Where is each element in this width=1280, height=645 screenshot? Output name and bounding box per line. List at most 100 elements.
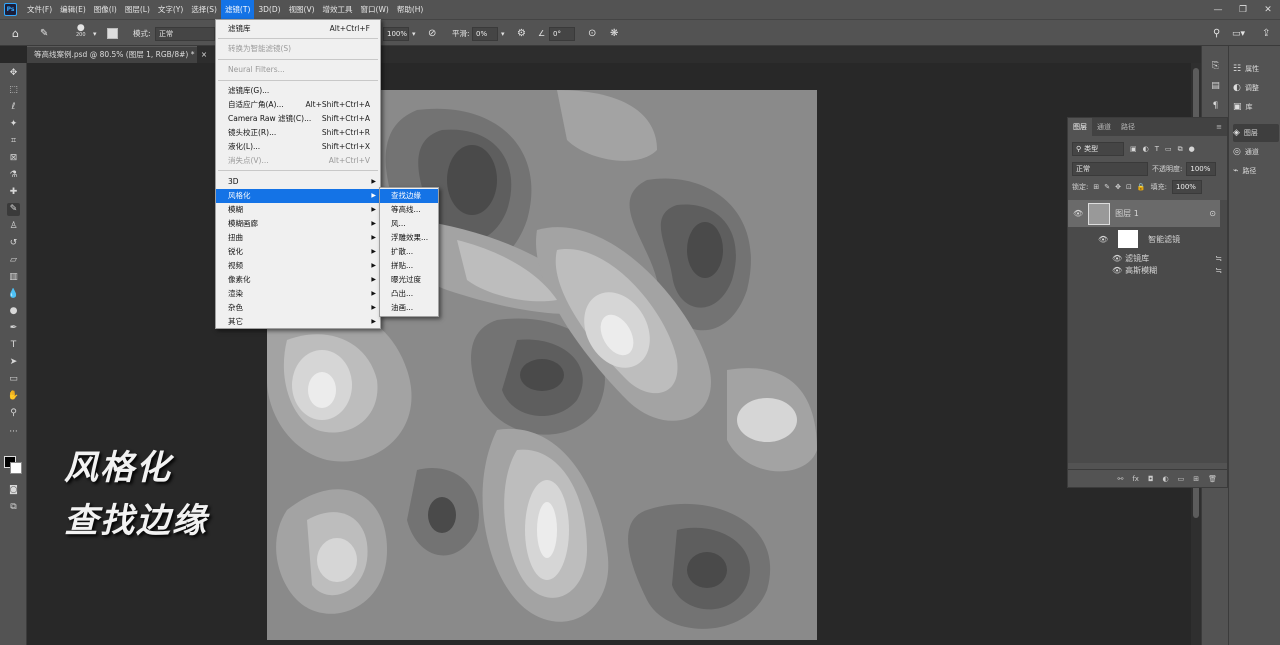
glyphs-icon[interactable]: ¶ bbox=[1209, 100, 1222, 113]
menu-item[interactable]: 选择(S) bbox=[187, 0, 221, 19]
filter-menu-item[interactable]: 镜头校正(R)... Shift+Ctrl+R bbox=[216, 126, 380, 140]
filter-menu-item[interactable]: 转换为智能滤镜(S) bbox=[216, 42, 380, 56]
background-color-swatch[interactable] bbox=[10, 462, 22, 474]
filter-menu-item[interactable]: 模糊 ▶ bbox=[216, 203, 380, 217]
smoothing-dropdown-icon[interactable]: ▾ bbox=[501, 25, 505, 42]
brush-preset-picker[interactable]: ● 200 bbox=[76, 24, 86, 42]
workspace-icon[interactable]: ▭▾ bbox=[1232, 25, 1245, 42]
layer-opacity-field[interactable]: 100% bbox=[1186, 162, 1217, 176]
layer-fill-field[interactable]: 100% bbox=[1171, 180, 1202, 194]
panel-button[interactable]: ◐ 调整 bbox=[1233, 79, 1259, 97]
gradient-tool-icon[interactable]: ▥ bbox=[7, 271, 20, 284]
filter-pixel-icon[interactable]: ▣ bbox=[1130, 145, 1137, 153]
smart-filter-mask-thumbnail[interactable] bbox=[1118, 230, 1139, 248]
blend-mode-select[interactable]: 正常 bbox=[1072, 162, 1148, 176]
layer-row[interactable]: 👁 图层 1 ⊙ bbox=[1068, 200, 1220, 227]
brush-dropdown-icon[interactable]: ▾ bbox=[93, 25, 97, 42]
tab-paths[interactable]: 路径 bbox=[1116, 118, 1140, 136]
stylize-submenu-item[interactable]: 浮雕效果... bbox=[380, 231, 438, 245]
menu-item[interactable]: 窗口(W) bbox=[357, 0, 393, 19]
share-icon[interactable]: ⇪ bbox=[1262, 25, 1270, 42]
blur-tool-icon[interactable]: 💧 bbox=[7, 288, 20, 301]
menu-item[interactable]: 图层(L) bbox=[121, 0, 154, 19]
document-tab[interactable]: 等高线案例.psd @ 80.5% (图层 1, RGB/8#) * × bbox=[27, 46, 207, 63]
filter-adjustment-icon[interactable]: ◐ bbox=[1143, 145, 1149, 153]
stylize-submenu-item[interactable]: 油画... bbox=[380, 301, 438, 315]
move-tool-icon[interactable]: ✥ bbox=[7, 67, 20, 80]
panel-button[interactable]: ▣ 库 bbox=[1233, 98, 1253, 116]
layer-style-icon[interactable]: fx bbox=[1132, 475, 1139, 483]
new-layer-icon[interactable]: ⊞ bbox=[1193, 475, 1199, 483]
search-icon[interactable]: ⚲ bbox=[1213, 25, 1220, 42]
dodge-tool-icon[interactable]: ● bbox=[7, 305, 20, 318]
marquee-tool-icon[interactable]: ⬚ bbox=[7, 84, 20, 97]
filter-menu-item[interactable]: 自适应广角(A)... Alt+Shift+Ctrl+A bbox=[216, 98, 380, 112]
filter-row[interactable]: 👁 滤镜库 ≒ bbox=[1112, 253, 1222, 264]
filter-smart-object-icon[interactable]: ⧉ bbox=[1178, 145, 1183, 154]
menu-item[interactable]: 帮助(H) bbox=[393, 0, 428, 19]
frame-tool-icon[interactable]: ⊠ bbox=[7, 152, 20, 165]
restore-icon[interactable]: ❐ bbox=[1233, 0, 1253, 19]
add-mask-icon[interactable]: ◘ bbox=[1148, 475, 1154, 483]
stylize-submenu-item[interactable]: 曝光过度 bbox=[380, 273, 438, 287]
more-tools-icon[interactable]: ··· bbox=[7, 426, 20, 439]
filter-menu-item[interactable]: 视频 ▶ bbox=[216, 259, 380, 273]
lock-position-icon[interactable]: ✥ bbox=[1115, 183, 1121, 191]
filter-menu-item[interactable]: 扭曲 ▶ bbox=[216, 231, 380, 245]
stylize-submenu-item[interactable]: 扩散... bbox=[380, 245, 438, 259]
crop-tool-icon[interactable]: ⌗ bbox=[7, 135, 20, 148]
smoothing-field[interactable]: 0% bbox=[472, 26, 498, 41]
menu-item[interactable]: 滤镜(T) bbox=[220, 0, 255, 19]
filter-menu-item[interactable]: Neural Filters... bbox=[216, 63, 380, 77]
type-tool-icon[interactable]: T bbox=[7, 339, 20, 352]
filter-menu-item[interactable]: 滤镜库(G)... bbox=[216, 84, 380, 98]
brush-tool-icon[interactable]: ✎ bbox=[40, 25, 48, 42]
menu-item[interactable]: 增效工具 bbox=[319, 0, 357, 19]
stylize-submenu-item[interactable]: 等高线... bbox=[380, 203, 438, 217]
eyedropper-tool-icon[interactable]: ⚗ bbox=[7, 169, 20, 182]
filter-menu-item[interactable]: 3D ▶ bbox=[216, 175, 380, 189]
hand-tool-icon[interactable]: ✋ bbox=[7, 390, 20, 403]
mode-select[interactable]: 正常 bbox=[155, 26, 215, 41]
minimize-icon[interactable]: — bbox=[1208, 0, 1228, 19]
filter-visibility-icon[interactable]: 👁 bbox=[1112, 254, 1122, 263]
magic-wand-tool-icon[interactable]: ✦ bbox=[7, 118, 20, 131]
lasso-tool-icon[interactable]: ℓ bbox=[7, 101, 20, 114]
filter-visibility-icon[interactable]: 👁 bbox=[1112, 266, 1122, 275]
panel-button[interactable]: ◈ 图层 bbox=[1233, 124, 1279, 142]
panel-button[interactable]: ☷ 属性 bbox=[1233, 60, 1259, 78]
opacity-dropdown-icon[interactable]: ▾ bbox=[412, 25, 416, 42]
filter-blending-options-icon[interactable]: ≒ bbox=[1215, 254, 1222, 263]
menu-item[interactable]: 3D(D) bbox=[254, 0, 284, 19]
smart-filters-row[interactable]: 👁 智能滤镜 bbox=[1098, 230, 1180, 248]
home-icon[interactable]: ⌂ bbox=[12, 25, 19, 42]
pressure-size-icon[interactable]: ⊙ bbox=[588, 25, 596, 42]
menu-item[interactable]: 图像(I) bbox=[90, 0, 121, 19]
screen-mode-icon[interactable]: ⧉ bbox=[7, 501, 20, 514]
lock-image-icon[interactable]: ✎ bbox=[1104, 183, 1110, 191]
filter-menu-item[interactable]: 液化(L)... Shift+Ctrl+X bbox=[216, 140, 380, 154]
angle-field[interactable]: 0° bbox=[549, 26, 575, 41]
filter-menu-item[interactable]: 像素化 ▶ bbox=[216, 273, 380, 287]
new-group-icon[interactable]: ▭ bbox=[1178, 475, 1185, 483]
comments-icon[interactable]: ▤ bbox=[1209, 80, 1222, 93]
layer-filter-select[interactable]: ⚲ 类型 bbox=[1072, 142, 1124, 156]
tab-layers[interactable]: 图层 bbox=[1068, 118, 1092, 136]
filter-menu-item[interactable]: Camera Raw 滤镜(C)... Shift+Ctrl+A bbox=[216, 112, 380, 126]
delete-layer-icon[interactable]: 🗑 bbox=[1208, 475, 1217, 483]
symmetry-icon[interactable]: ❋ bbox=[610, 25, 618, 42]
filter-menu-item[interactable]: 消失点(V)... Alt+Ctrl+V bbox=[216, 154, 380, 168]
smoothing-options-gear-icon[interactable]: ⚙ bbox=[517, 25, 526, 42]
history-icon[interactable]: ⎘ bbox=[1209, 60, 1222, 73]
close-icon[interactable]: ✕ bbox=[1258, 0, 1278, 19]
filter-toggle-icon[interactable]: ● bbox=[1189, 145, 1195, 153]
new-adjustment-icon[interactable]: ◐ bbox=[1163, 475, 1169, 483]
filter-blending-options-icon[interactable]: ≒ bbox=[1215, 266, 1222, 275]
clone-stamp-tool-icon[interactable]: ♙ bbox=[7, 220, 20, 233]
filter-menu-item[interactable]: 模糊画廊 ▶ bbox=[216, 217, 380, 231]
filter-shape-icon[interactable]: ▭ bbox=[1165, 145, 1172, 153]
link-layers-icon[interactable]: ⚯ bbox=[1117, 475, 1123, 483]
history-brush-tool-icon[interactable]: ↺ bbox=[7, 237, 20, 250]
quick-mask-icon[interactable]: ◙ bbox=[7, 484, 20, 497]
path-selection-tool-icon[interactable]: ➤ bbox=[7, 356, 20, 369]
